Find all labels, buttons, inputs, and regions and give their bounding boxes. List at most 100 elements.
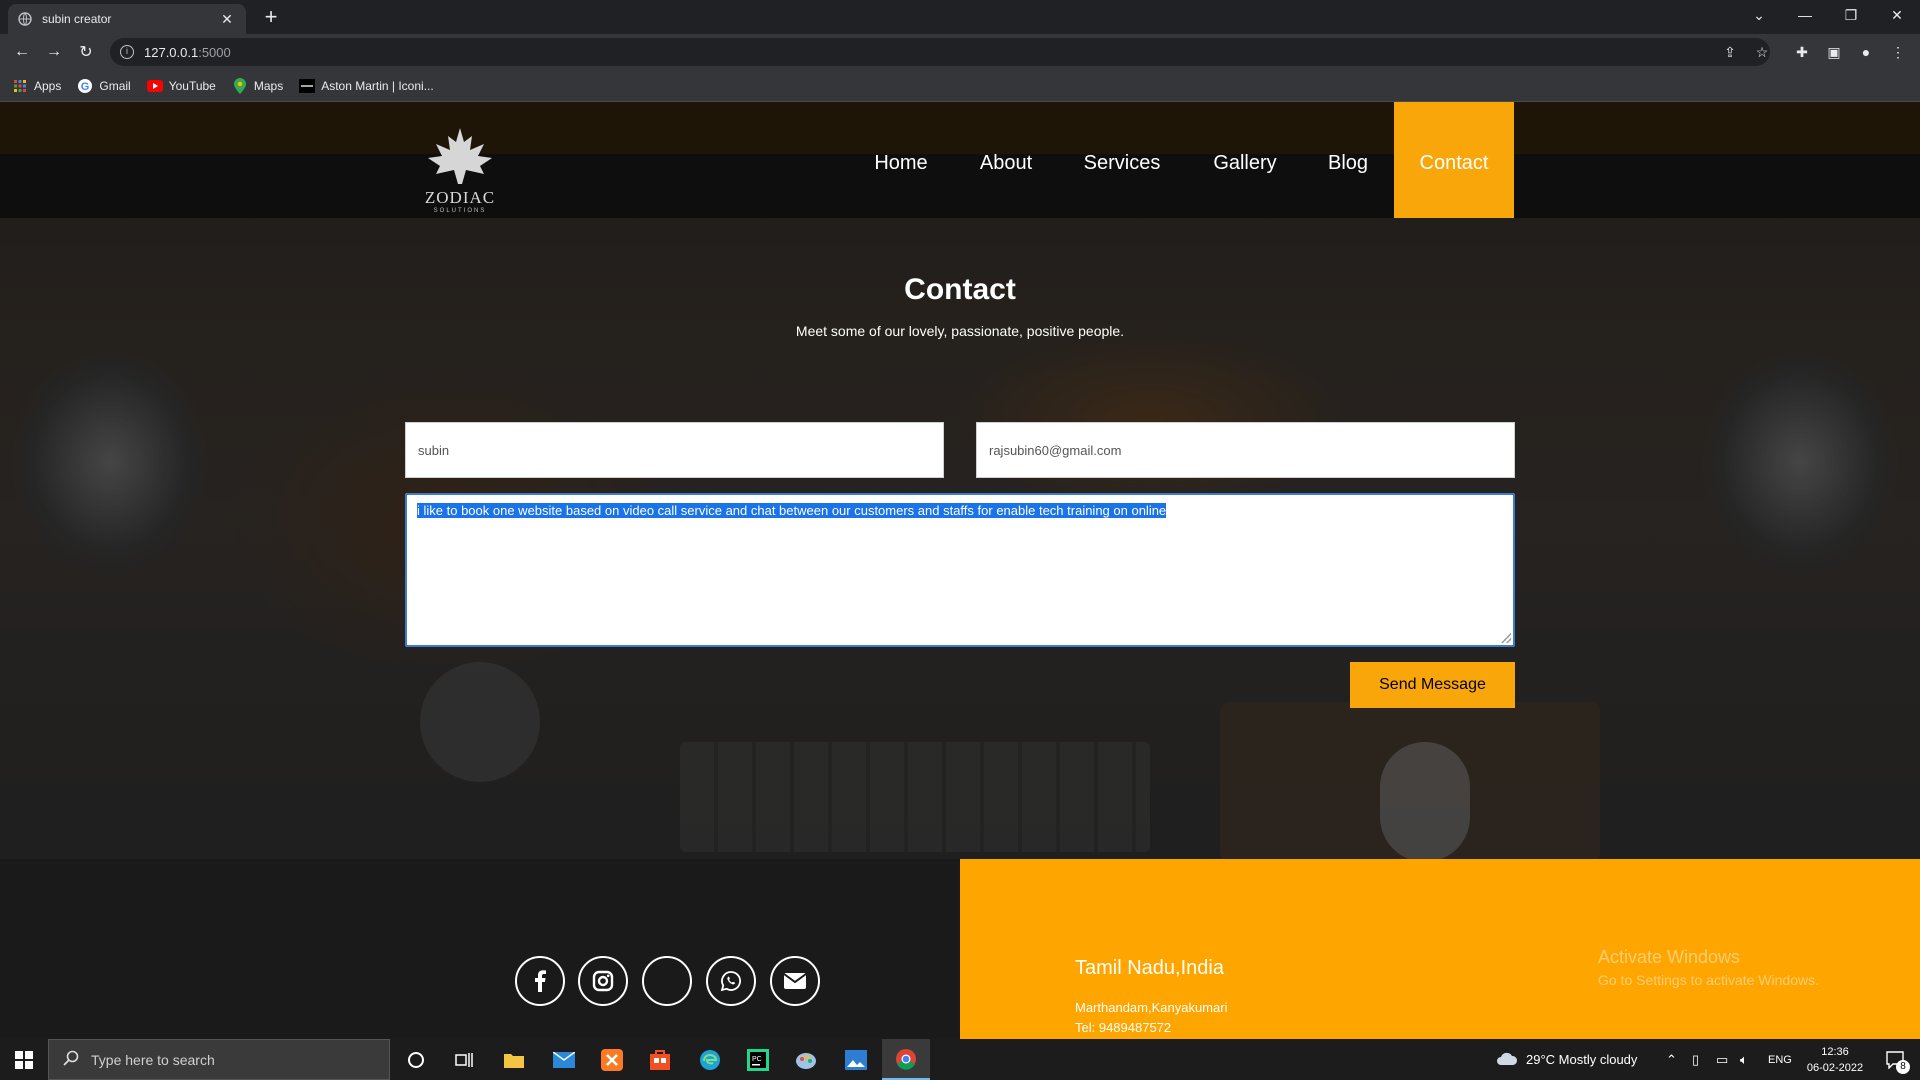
language-indicator[interactable]: ENG <box>1768 1039 1792 1080</box>
close-tab-icon[interactable]: ✕ <box>218 11 236 28</box>
cortana-icon[interactable] <box>392 1039 440 1080</box>
search-placeholder: Type here to search <box>91 1051 215 1068</box>
site-header <box>0 102 1920 218</box>
xampp-icon[interactable] <box>588 1039 636 1080</box>
aston-martin-icon <box>299 78 316 94</box>
mail-icon[interactable] <box>540 1039 588 1080</box>
volume-icon[interactable]: 🔈︎ <box>1740 1039 1748 1080</box>
logo-subtext: SOLUTIONS <box>433 208 487 214</box>
phone-text: Tel: 9489487572 <box>1075 1020 1172 1035</box>
pycharm-icon[interactable]: PC <box>734 1039 782 1080</box>
clock-time: 12:36 <box>1821 1045 1849 1058</box>
bookmark-label: Apps <box>34 78 62 93</box>
forward-icon[interactable]: → <box>42 40 66 64</box>
svg-text:PC: PC <box>752 1056 762 1063</box>
site-logo[interactable]: ZODIAC SOLUTIONS <box>420 126 500 222</box>
address-bar[interactable]: i 127.0.0.1:5000 <box>110 38 1770 66</box>
menu-icon[interactable]: ⋮ <box>1888 42 1908 62</box>
site-info-icon[interactable]: i <box>120 45 134 59</box>
network-icon[interactable]: ▭ <box>1716 1039 1728 1080</box>
windows-start-icon[interactable] <box>0 1039 48 1080</box>
message-textarea[interactable]: i like to book one website based on vide… <box>405 493 1515 647</box>
email-input[interactable]: rajsubin60@gmail.com <box>976 422 1515 478</box>
tab-search-icon[interactable]: ⌄ <box>1736 0 1782 30</box>
nav-blog[interactable]: Blog <box>1316 102 1380 218</box>
windows-watermark-title: Activate Windows <box>1598 947 1741 967</box>
bookmark-youtube[interactable]: YouTube <box>146 78 216 94</box>
svg-text:G: G <box>81 81 90 93</box>
edge-icon[interactable] <box>686 1039 734 1080</box>
envelope-icon[interactable] <box>770 956 820 1006</box>
restore-icon[interactable]: ❐ <box>1828 0 1874 30</box>
paint-icon[interactable] <box>782 1039 830 1080</box>
google-icon: G <box>77 78 93 94</box>
battery-icon[interactable]: ▯ <box>1692 1039 1699 1080</box>
url-port: :5000 <box>198 44 231 60</box>
tab-title: subin creator <box>42 12 112 26</box>
side-panel-icon[interactable]: ▣ <box>1824 42 1844 62</box>
maple-leaf-icon <box>428 128 492 184</box>
instagram-icon[interactable] <box>578 956 628 1006</box>
task-view-icon[interactable] <box>440 1039 488 1080</box>
send-message-button[interactable]: Send Message <box>1350 662 1515 708</box>
show-hidden-icons[interactable]: ⌃ <box>1666 1039 1677 1080</box>
file-explorer-icon[interactable] <box>490 1039 538 1080</box>
back-icon[interactable]: ← <box>10 40 34 64</box>
page-subtitle: Meet some of our lovely, passionate, pos… <box>795 323 1125 339</box>
chrome-icon[interactable] <box>882 1039 930 1080</box>
logo-text: ZODIAC <box>424 188 496 207</box>
bookmark-apps[interactable]: Apps <box>12 78 61 94</box>
bookmark-aston-martin[interactable]: Aston Martin | Iconi... <box>299 78 434 94</box>
close-window-icon[interactable]: ✕ <box>1874 0 1920 30</box>
nav-contact[interactable]: Contact <box>1394 102 1514 218</box>
apps-grid-icon <box>12 78 28 94</box>
browser-tab[interactable]: subin creator ✕ <box>8 4 246 34</box>
nav-services[interactable]: Services <box>1072 102 1172 218</box>
windows-watermark-subtitle: Go to Settings to activate Windows. <box>1598 972 1819 988</box>
new-tab-button[interactable]: + <box>258 4 284 30</box>
photos-icon[interactable] <box>832 1039 880 1080</box>
facebook-icon[interactable] <box>515 956 565 1006</box>
nav-about[interactable]: About <box>966 102 1046 218</box>
header-bottom-band <box>0 154 1920 218</box>
windows-taskbar: Type here to search PC 29°C Mostly cloud… <box>0 1039 1920 1080</box>
bookmark-label: Gmail <box>99 78 131 93</box>
share-icon[interactable]: ⇪ <box>1720 42 1740 62</box>
star-icon[interactable]: ☆ <box>1752 42 1772 62</box>
bookmark-maps[interactable]: Maps <box>232 77 284 94</box>
weather-widget[interactable]: 29°C Mostly cloudy <box>1496 1039 1637 1080</box>
bookmark-label: Aston Martin | Iconi... <box>321 78 434 93</box>
reload-icon[interactable]: ↻ <box>74 40 98 64</box>
bookmark-label: Maps <box>253 78 284 93</box>
bookmark-gmail[interactable]: G Gmail <box>77 78 131 94</box>
blank-icon[interactable] <box>642 956 692 1006</box>
bookmark-label: YouTube <box>168 78 216 93</box>
name-input[interactable]: subin <box>405 422 944 478</box>
clock[interactable]: 12:36 06-02-2022 <box>1800 1039 1870 1080</box>
header-top-band <box>0 102 1920 154</box>
browser-tab-bar: subin creator ✕ + ⌄ — ❐ ✕ <box>0 0 1920 34</box>
browser-toolbar: ← → ↻ i 127.0.0.1:5000 ⇪ ☆ ✚ ▣ ● ⋮ <box>0 34 1920 70</box>
notification-badge: 8 <box>1896 1060 1910 1074</box>
message-text: i like to book one website based on vide… <box>417 503 1167 518</box>
store-icon[interactable] <box>636 1039 684 1080</box>
youtube-icon <box>146 78 163 94</box>
address-text: Marthandam,Kanyakumari <box>1075 1000 1228 1015</box>
resize-handle-icon[interactable] <box>1501 633 1511 643</box>
clock-date: 06-02-2022 <box>1806 1061 1864 1074</box>
search-icon <box>63 1050 79 1069</box>
cloud-icon <box>1496 1051 1518 1068</box>
bookmarks-bar: Apps G Gmail YouTube Maps Aston Martin |… <box>0 70 1920 102</box>
footer-social-panel <box>0 859 960 1039</box>
page-title: Contact <box>904 273 1016 306</box>
location-title: Tamil Nadu,India <box>1075 957 1224 979</box>
profile-icon[interactable]: ● <box>1856 42 1876 62</box>
taskbar-search-box[interactable]: Type here to search <box>48 1039 390 1080</box>
notification-center-icon[interactable]: 8 <box>1878 1039 1912 1080</box>
extensions-icon[interactable]: ✚ <box>1792 42 1812 62</box>
nav-home[interactable]: Home <box>860 102 942 218</box>
whatsapp-icon[interactable] <box>706 956 756 1006</box>
nav-gallery[interactable]: Gallery <box>1200 102 1290 218</box>
minimize-icon[interactable]: — <box>1782 0 1828 30</box>
url-host: 127.0.0.1 <box>144 44 199 60</box>
